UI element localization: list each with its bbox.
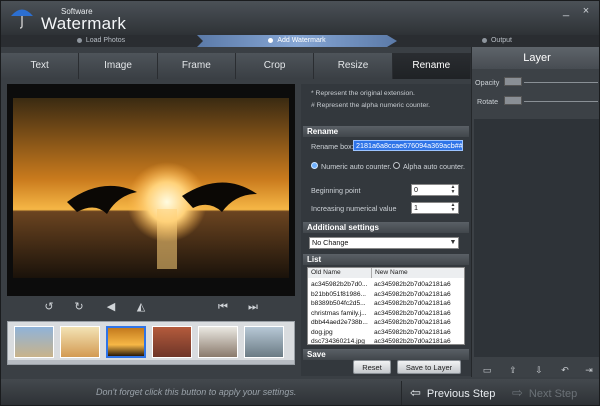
save-to-layer-button[interactable]: Save to Layer — [397, 360, 461, 374]
thumbnail-selected[interactable] — [106, 326, 146, 358]
image-preview[interactable] — [7, 84, 295, 296]
opacity-input[interactable] — [504, 77, 522, 86]
thumbnail[interactable] — [244, 326, 284, 358]
opacity-slider[interactable] — [524, 82, 598, 83]
list-row[interactable]: b21bb051f81986... ac345982b2b7d0a2181a6 — [308, 290, 464, 300]
beginning-point-label: Beginning point — [311, 186, 361, 195]
spin-arrows-icon[interactable]: ▲ ▼ — [449, 203, 457, 213]
note-extension: * Represent the original extension. — [311, 90, 415, 97]
rotate-left-icon[interactable]: ↺ — [41, 299, 57, 315]
beginning-point-stepper[interactable]: 0 ▲ ▼ — [411, 184, 459, 196]
step-add-watermark[interactable]: Add Watermark — [197, 35, 397, 47]
column-old-name[interactable]: Old Name — [308, 268, 372, 278]
umbrella-logo-icon — [11, 9, 33, 29]
alpha-counter-label: Alpha auto counter. — [403, 162, 465, 171]
list-row[interactable]: christmas family.j... ac345982b2b7d0a2181… — [308, 309, 464, 319]
thumbnail[interactable] — [60, 326, 100, 358]
thumbnail[interactable] — [198, 326, 238, 358]
next-step-button[interactable]: ⇨ Next Step — [506, 381, 599, 405]
list-row[interactable]: dbb44aed2e738b... ac345982b2b7d0a2181a6 — [308, 318, 464, 328]
previous-step-button[interactable]: ⇦ Previous Step — [401, 381, 501, 405]
footer-bar: Don't forget click this button to apply … — [1, 379, 599, 405]
flip-horizontal-icon[interactable]: ◭ — [133, 299, 149, 315]
numeric-counter-label: Numeric auto counter. — [321, 162, 392, 171]
thumbnail-scrollbar[interactable] — [8, 360, 294, 364]
previous-image-icon[interactable]: ⏮ — [215, 299, 231, 315]
sunset-dolphins-photo — [13, 98, 289, 278]
tab-rename[interactable]: Rename — [392, 53, 471, 79]
increasing-value-label: Increasing numerical value — [311, 204, 397, 213]
additional-settings-dropdown[interactable]: No Change ▼ — [309, 237, 459, 249]
new-layer-icon[interactable]: ▭ — [482, 365, 492, 375]
step-load-photos[interactable]: Load Photos — [1, 35, 201, 47]
section-save: Save — [303, 349, 469, 360]
tab-text[interactable]: Text — [1, 53, 80, 79]
column-new-name[interactable]: New Name — [372, 268, 464, 278]
tab-frame[interactable]: Frame — [157, 53, 236, 79]
reset-button[interactable]: Reset — [353, 360, 391, 374]
section-additional-settings: Additional settings — [303, 222, 469, 233]
numeric-counter-radio[interactable] — [311, 162, 318, 169]
opacity-label: Opacity — [475, 78, 500, 87]
thumbnail[interactable] — [14, 326, 54, 358]
close-button[interactable]: × — [579, 5, 593, 17]
layer-panel: Layer Opacity Rotate ▭ ⇪ ⇩ ↶ ⇥ — [471, 47, 599, 377]
increasing-value-stepper[interactable]: 1 ▲ ▼ — [411, 202, 459, 214]
hint-text: Don't forget click this button to apply … — [96, 387, 297, 397]
layer-list[interactable] — [474, 119, 599, 357]
brand-title: Watermark — [41, 14, 127, 33]
alpha-counter-radio[interactable] — [393, 162, 400, 169]
minimize-button[interactable]: _ — [559, 5, 573, 17]
next-image-icon[interactable]: ⏭ — [245, 299, 261, 315]
undo-icon[interactable]: ↶ — [560, 365, 570, 375]
rename-panel: * Represent the original extension. # Re… — [301, 84, 471, 376]
rotate-right-icon[interactable]: ↻ — [71, 299, 87, 315]
rename-list[interactable]: Old Name New Name ac345982b2b7d0... ac345… — [307, 267, 465, 345]
rotate-input[interactable] — [504, 96, 522, 105]
rename-box-input[interactable]: 2181a6a8ccae676094a369acb### — [353, 140, 463, 151]
rotate-slider[interactable] — [524, 101, 598, 102]
spin-arrows-icon[interactable]: ▲ ▼ — [449, 185, 457, 195]
arrow-left-icon: ⇦ — [410, 385, 421, 400]
section-rename: Rename — [303, 126, 469, 137]
title-bar: Software Watermark _ × — [1, 1, 599, 35]
thumbnail[interactable] — [152, 326, 192, 358]
import-icon[interactable]: ⇪ — [508, 365, 518, 375]
rename-box-label: Rename box: — [311, 142, 354, 151]
layer-title: Layer — [472, 47, 599, 69]
step-dot-icon — [481, 37, 487, 43]
step-output[interactable]: Output — [397, 35, 597, 47]
tab-bar: Text Image Frame Crop Resize Rename — [1, 53, 471, 79]
tab-resize[interactable]: Resize — [314, 53, 393, 79]
preview-controls: ↺ ↻ ◀ ◭ ⏮ ⏭ — [7, 297, 295, 317]
note-counter: # Represent the alpha numeric counter. — [311, 102, 431, 109]
arrow-right-icon: ⇨ — [512, 385, 523, 400]
thumbnail-strip — [7, 321, 295, 365]
step-bar: Load Photos Add Watermark Output — [1, 35, 599, 47]
exit-icon[interactable]: ⇥ — [584, 365, 594, 375]
list-row[interactable]: dsc734360214.jpg ac345982b2b7d0a2181a6 — [308, 337, 464, 344]
flip-vertical-icon[interactable]: ◀ — [103, 299, 119, 315]
section-list: List — [303, 254, 469, 265]
list-row[interactable]: dog.jpg ac345982b2b7d0a2181a6 — [308, 328, 464, 338]
step-dot-icon — [268, 37, 274, 43]
list-row[interactable]: ac345982b2b7d0... ac345982b2b7d0a2181a6 — [308, 280, 464, 290]
step-dot-icon — [76, 37, 82, 43]
tab-image[interactable]: Image — [79, 53, 158, 79]
export-icon[interactable]: ⇩ — [534, 365, 544, 375]
app-window: Software Watermark _ × Load Photos Add W… — [0, 0, 600, 406]
chevron-down-icon: ▼ — [449, 239, 457, 246]
rotate-label: Rotate — [477, 97, 499, 106]
list-row[interactable]: b8389b504fc2d5... ac345982b2b7d0a2181a6 — [308, 299, 464, 309]
tab-crop[interactable]: Crop — [235, 53, 315, 79]
